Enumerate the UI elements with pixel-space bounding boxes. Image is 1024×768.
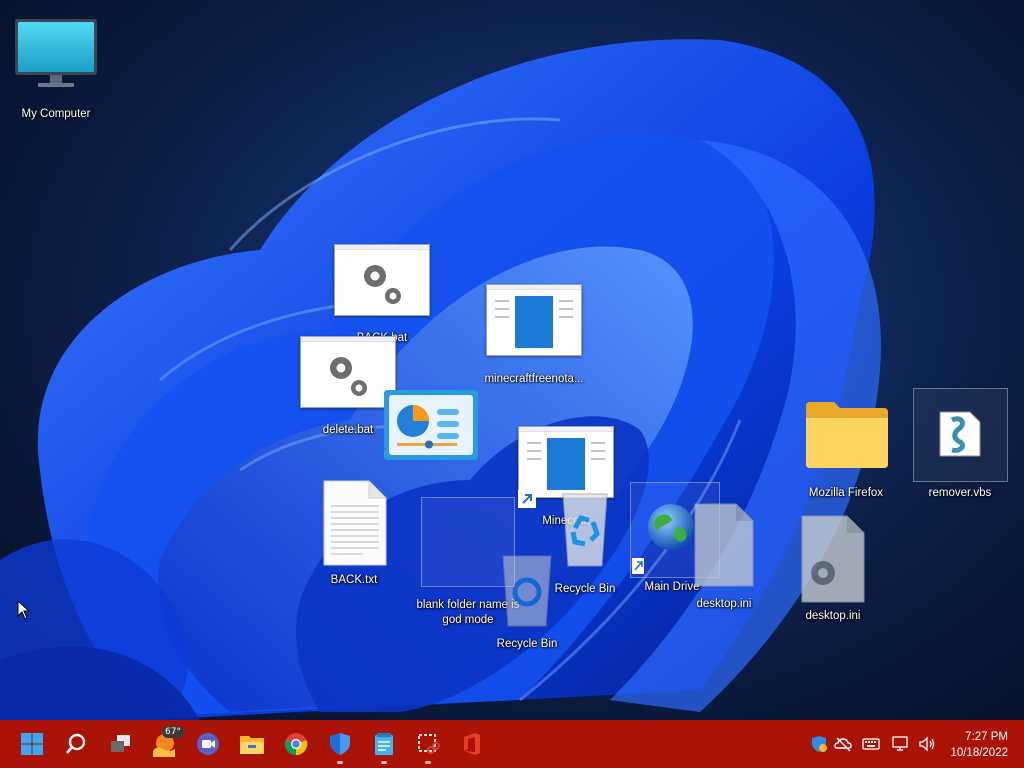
desktop-icon-my-computer[interactable]: My Computer — [8, 14, 104, 124]
desktop-icon-delete-bat[interactable]: delete.bat — [300, 336, 396, 440]
office-icon — [464, 733, 480, 755]
clock-date: 10/18/2022 — [950, 747, 1008, 759]
meet-button[interactable] — [192, 728, 224, 760]
clock-time: 7:27 PM — [965, 731, 1008, 743]
text-file-icon — [323, 480, 387, 566]
icon-label: BACK.txt — [330, 574, 378, 586]
volume-icon[interactable] — [918, 735, 936, 753]
running-indicator — [425, 761, 431, 764]
batch-file-icon — [334, 244, 430, 316]
running-indicator — [381, 761, 387, 764]
desktop-icon-back-bat[interactable]: BACK.bat — [334, 244, 430, 348]
desktop-icon-back-txt[interactable]: BACK.txt — [306, 480, 402, 590]
desktop-icon-mozilla-firefox[interactable]: Mozilla Firefox — [798, 394, 894, 504]
app-window-icon — [486, 284, 582, 356]
defender-icon — [330, 733, 350, 755]
start-button[interactable] — [16, 728, 48, 760]
icon-label: desktop.ini — [696, 598, 752, 610]
desktop-icon-remover-vbs[interactable]: remover.vbs — [912, 394, 1008, 504]
desktop-icon-desktop-ini-2[interactable]: desktop.ini — [785, 515, 881, 625]
icon-label: desktop.ini — [805, 610, 861, 622]
shortcut-arrow-icon — [632, 558, 644, 574]
mouse-cursor-icon — [17, 600, 31, 620]
icon-label: Recycle Bin — [496, 638, 558, 650]
notepad-button[interactable] — [368, 728, 400, 764]
weather-widget-button[interactable]: 67° — [148, 726, 184, 760]
weather-temperature: 67° — [162, 726, 184, 738]
monitor-icon — [15, 19, 97, 87]
snipping-icon — [418, 734, 440, 754]
meet-icon — [197, 733, 219, 755]
search-icon — [66, 733, 86, 754]
chrome-icon — [284, 733, 308, 756]
shortcut-arrow-icon — [518, 490, 536, 508]
icon-label: minecraftfreenota... — [484, 373, 584, 385]
icon-label: My Computer — [21, 108, 91, 120]
office-button[interactable] — [456, 728, 488, 760]
recycle-bin-icon — [562, 493, 608, 567]
file-explorer-icon — [240, 736, 264, 754]
desktop-icon-control-panel[interactable] — [383, 389, 479, 461]
snipping-tool-button[interactable] — [412, 728, 444, 764]
taskbar: 67° 7:27 PM 10/18/2022 — [0, 720, 1024, 768]
start-icon — [21, 733, 43, 755]
security-shield-icon[interactable] — [810, 735, 828, 753]
script-file-icon — [939, 411, 981, 457]
search-button[interactable] — [60, 728, 92, 760]
chrome-button[interactable] — [280, 728, 312, 760]
onedrive-offline-icon[interactable] — [834, 735, 852, 753]
keyboard-icon[interactable] — [862, 735, 880, 753]
batch-file-icon — [300, 336, 396, 408]
taskbar-clock[interactable]: 7:27 PM 10/18/2022 — [950, 729, 1008, 761]
desktop-icon-desktop-ini-1[interactable]: desktop.ini — [676, 503, 772, 613]
file-explorer-button[interactable] — [236, 728, 268, 760]
icon-label: remover.vbs — [928, 487, 992, 499]
control-panel-icon — [384, 390, 478, 460]
folder-icon — [806, 402, 888, 468]
icon-label: Recycle Bin — [554, 583, 616, 595]
notepad-icon — [375, 733, 393, 755]
running-indicator — [337, 761, 343, 764]
defender-button[interactable] — [324, 728, 356, 764]
desktop-icon-recycle-bin[interactable]: Recycle Bin — [536, 486, 634, 596]
icon-label: delete.bat — [322, 424, 374, 436]
desktop-icon-minecraft-free[interactable]: minecraftfreenota... — [484, 284, 584, 388]
settings-file-icon — [801, 515, 865, 603]
settings-file-icon — [694, 503, 754, 587]
task-view-button[interactable] — [104, 728, 136, 760]
network-icon[interactable] — [892, 735, 910, 753]
icon-label: Mozilla Firefox — [808, 487, 884, 499]
task-view-icon — [111, 735, 130, 752]
